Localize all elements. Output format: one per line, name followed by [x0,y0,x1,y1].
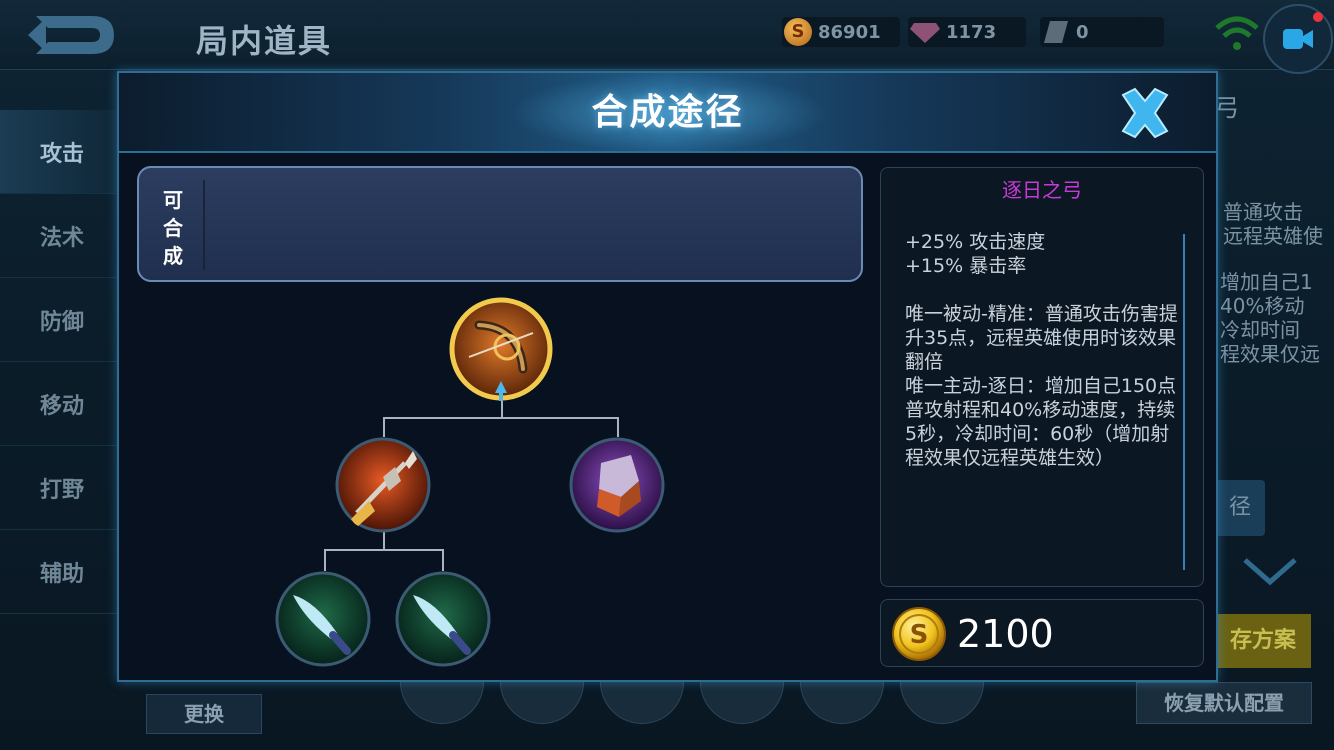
bg-desc-2: 增加自己1 40%移动 冷却时间 程效果仅远 [1220,270,1320,366]
sidebar-item-jungle[interactable]: 打野 [0,446,118,530]
diamond-counter: 1173 [908,17,1026,47]
diamond-icon [910,23,940,43]
tree-connector [324,549,326,571]
ticket-icon [1044,21,1068,43]
tree-connector [324,549,444,551]
gold-coin-icon: S [892,607,946,661]
gold-counter: S 86901 [782,17,900,47]
sidebar-item-movement[interactable]: 移动 [0,362,118,446]
background-item-detail: 弓 普通攻击 远程英雄使 增加自己1 40%移动 冷却时间 程效果仅远 径 存方… [1215,80,1334,750]
bg-desc-line: 40%移动 [1220,294,1305,318]
craft-tree [119,293,879,673]
dagger-icon[interactable] [395,571,491,667]
divider [203,180,205,270]
long-bow-icon[interactable] [449,297,553,401]
tree-connector [617,417,619,437]
change-button[interactable]: 更换 [146,694,262,734]
diamond-amount: 1173 [946,21,997,43]
tree-connector [383,531,385,549]
spear-icon[interactable] [335,437,431,533]
bg-craft-path-button[interactable]: 径 [1215,480,1265,536]
stat-line: +15% 暴击率 [905,255,1027,277]
bg-desc-1: 普通攻击 远程英雄使 [1223,200,1323,248]
sidebar-item-attack[interactable]: 攻击 [0,110,118,194]
item-description-panel: 逐日之弓 +25% 攻击速度 +15% 暴击率 唯一被动-精准：普通攻击伤害提升… [880,167,1204,587]
ticket-amount: 0 [1076,21,1089,43]
ticket-counter: 0 [1040,17,1164,47]
bg-desc-line: 普通攻击 [1223,200,1303,224]
chevron-down-icon[interactable] [1235,556,1305,590]
price-panel: S 2100 [880,599,1204,667]
craftable-into-box: 可合成 [137,166,863,282]
sidebar-item-support[interactable]: 辅助 [0,530,118,614]
back-button[interactable] [22,10,132,60]
page-title: 局内道具 [196,22,333,60]
bg-desc-line: 冷却时间 [1220,318,1300,342]
bg-desc-line: 程效果仅远 [1220,342,1320,366]
passive-effect: 唯一被动-精准：普通攻击伤害提升35点，远程英雄使用时该效果翻倍 [905,303,1178,373]
close-icon[interactable] [1115,85,1175,141]
craftable-label: 可合成 [153,180,193,274]
reset-default-button[interactable]: 恢复默认配置 [1136,682,1312,724]
notification-dot [1313,12,1323,22]
sidebar-item-defense[interactable]: 防御 [0,278,118,362]
stat-line: +25% 攻击速度 [905,231,1046,253]
screen-record-button[interactable] [1263,4,1333,74]
item-name: 逐日之弓 [1002,178,1082,202]
item-description: +25% 攻击速度 +15% 暴击率 唯一被动-精准：普通攻击伤害提升35点，远… [905,230,1179,470]
tree-connector [442,549,444,571]
video-camera-icon [1283,29,1313,49]
gold-amount: 86901 [818,21,881,43]
svg-text:S: S [910,620,929,650]
dialog-title: 合成途径 [591,92,744,133]
bg-desc-line: 远程英雄使 [1223,224,1323,248]
dialog-header: 合成途径 [119,73,1216,153]
sidebar-item-magic[interactable]: 法术 [0,194,118,278]
tree-connector [383,417,385,437]
wifi-icon [1215,16,1259,50]
tree-connector [383,417,619,419]
scrollbar[interactable] [1183,234,1185,570]
item-price: 2100 [957,612,1054,656]
dagger-icon[interactable] [275,571,371,667]
gold-coin-icon: S [784,18,812,46]
category-sidebar: 攻击 法术 防御 移动 打野 辅助 [0,110,118,614]
top-bar: 局内道具 S 86901 1173 0 [0,0,1334,74]
craft-path-dialog: 合成途径 可合成 逐日之弓 +25% 攻击速度 +15% 暴击率 唯一被动-精准… [117,71,1218,682]
cape-icon[interactable] [569,437,665,533]
active-effect: 唯一主动-逐日：增加自己150点普攻射程和40%移动速度，持续5秒，冷却时间：6… [905,375,1177,469]
save-plan-button[interactable]: 存方案 [1215,614,1311,668]
bg-desc-line: 增加自己1 [1220,270,1313,294]
bg-item-title: 弓 [1215,94,1239,122]
craftable-label-text: 可合成 [163,188,183,268]
